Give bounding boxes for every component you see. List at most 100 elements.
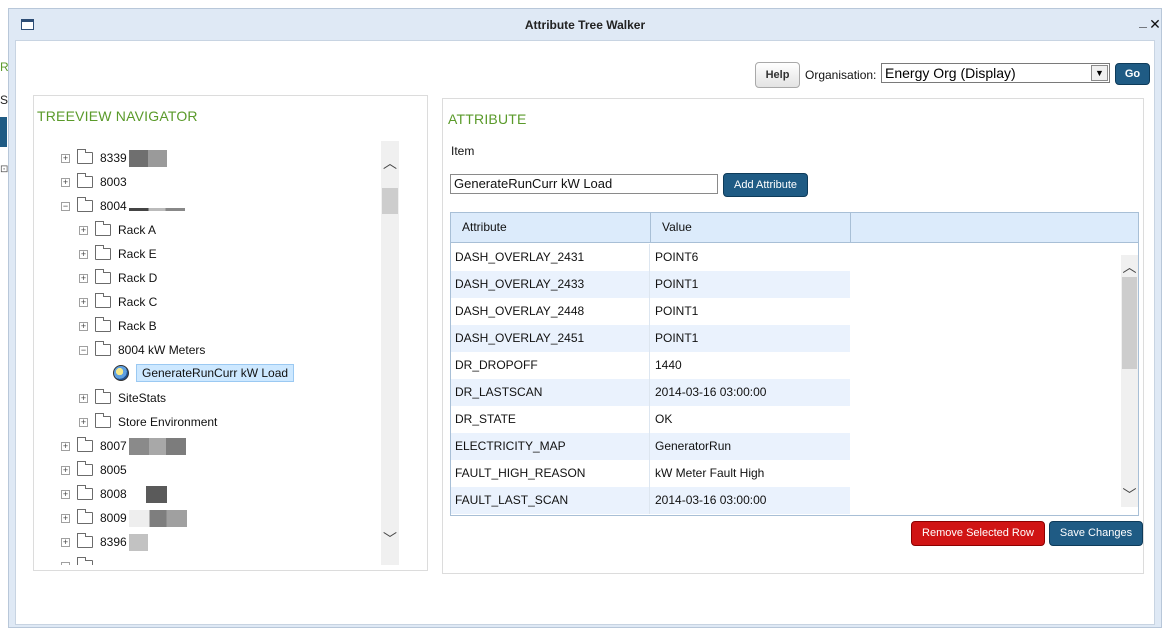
table-row[interactable]: DR_STATE OK xyxy=(451,406,850,433)
expand-icon[interactable] xyxy=(61,561,70,565)
tree-node[interactable]: + Rack C xyxy=(79,292,157,312)
tree-node-label[interactable]: Store Environment xyxy=(118,415,217,429)
tree-node[interactable]: + 8007 xyxy=(61,436,186,456)
tree-node-label[interactable]: Rack C xyxy=(118,295,157,309)
tree-node[interactable]: + 8339 xyxy=(61,148,167,168)
scrollbar-thumb[interactable] xyxy=(1122,277,1137,369)
tree-node-label[interactable]: 8004 kW Meters xyxy=(118,343,205,357)
close-button[interactable]: ✕ xyxy=(1147,15,1163,33)
expand-icon[interactable]: + xyxy=(79,321,88,331)
table-row[interactable]: DR_DROPOFF 1440 xyxy=(451,352,850,379)
collapse-icon[interactable]: − xyxy=(79,345,88,355)
title-bar[interactable]: Attribute Tree Walker _ ✕ xyxy=(9,9,1161,41)
table-row[interactable]: FAULT_LAST_SCAN 2014-03-16 03:00:00 xyxy=(451,487,850,514)
tree-node[interactable]: + 8008 xyxy=(61,484,167,504)
value-cell[interactable]: POINT1 xyxy=(651,298,850,325)
scroll-up-icon[interactable]: ︿ xyxy=(381,153,399,173)
tree-node[interactable]: − 8004 xyxy=(61,196,185,216)
attribute-cell[interactable]: FAULT_HIGH_REASON xyxy=(451,460,650,487)
tree-node[interactable]: + Rack E xyxy=(79,244,157,264)
tree-node-label[interactable]: 8003 xyxy=(100,175,127,189)
treeview-scrollbar[interactable]: ︿ ﹀ xyxy=(381,141,399,565)
expand-icon[interactable]: + xyxy=(79,225,88,235)
help-button[interactable]: Help xyxy=(755,62,800,88)
expand-icon[interactable]: + xyxy=(61,177,70,187)
tree-node-partial[interactable] xyxy=(61,556,100,565)
chevron-down-icon[interactable]: ▼ xyxy=(1091,65,1108,81)
attribute-cell[interactable]: DR_LASTSCAN xyxy=(451,379,650,406)
expand-icon[interactable]: + xyxy=(79,273,88,283)
table-row[interactable]: DASH_OVERLAY_2451 POINT1 xyxy=(451,325,850,352)
tree-node-label[interactable]: 8007 xyxy=(100,439,127,453)
value-cell[interactable]: 2014-03-16 03:00:00 xyxy=(651,379,850,406)
save-changes-button[interactable]: Save Changes xyxy=(1049,521,1143,546)
tree-node-selected[interactable]: GenerateRunCurr kW Load xyxy=(113,363,295,383)
expand-icon[interactable]: + xyxy=(79,417,88,427)
expand-icon[interactable]: + xyxy=(79,393,88,403)
value-cell[interactable]: 1440 xyxy=(651,352,850,379)
treeview[interactable]: + 8339 + 8003 − 8004 + Rack A + Rack E +… xyxy=(53,141,380,565)
attribute-cell[interactable]: DR_STATE xyxy=(451,406,650,433)
table-row[interactable]: DR_LASTSCAN 2014-03-16 03:00:00 xyxy=(451,379,850,406)
table-row[interactable]: FAULT_HIGH_REASON kW Meter Fault High xyxy=(451,460,850,487)
tree-node[interactable]: + Rack D xyxy=(79,268,157,288)
expand-icon[interactable]: + xyxy=(79,249,88,259)
tree-node-label[interactable]: SiteStats xyxy=(118,391,166,405)
add-attribute-button[interactable]: Add Attribute xyxy=(723,173,808,197)
expand-icon[interactable]: + xyxy=(61,465,70,475)
value-cell[interactable]: kW Meter Fault High xyxy=(651,460,850,487)
column-header-value[interactable]: Value xyxy=(651,213,851,242)
expand-icon[interactable]: + xyxy=(61,513,70,523)
column-header-attribute[interactable]: Attribute xyxy=(451,213,651,242)
item-field[interactable]: GenerateRunCurr kW Load xyxy=(450,174,718,194)
attribute-cell[interactable]: DASH_OVERLAY_2431 xyxy=(451,244,650,271)
tree-node-label[interactable]: Rack E xyxy=(118,247,157,261)
tree-node[interactable]: + Store Environment xyxy=(79,412,217,432)
tree-node-label[interactable]: 8005 xyxy=(100,463,127,477)
tree-node-label[interactable]: 8339 xyxy=(100,151,127,165)
value-cell[interactable]: POINT6 xyxy=(651,244,850,271)
expand-icon[interactable]: + xyxy=(79,297,88,307)
value-cell[interactable]: 2014-03-16 03:00:00 xyxy=(651,487,850,514)
tree-node-label[interactable]: 8004 xyxy=(100,199,127,213)
tree-node[interactable]: + 8005 xyxy=(61,460,127,480)
organisation-select[interactable]: Energy Org (Display) ▼ xyxy=(881,63,1110,83)
table-row[interactable]: DASH_OVERLAY_2431 POINT6 xyxy=(451,244,850,271)
value-cell[interactable]: POINT1 xyxy=(651,325,850,352)
tree-node-label[interactable]: Rack B xyxy=(118,319,157,333)
tree-node[interactable]: + SiteStats xyxy=(79,388,166,408)
tree-node-label[interactable]: GenerateRunCurr kW Load xyxy=(136,364,295,382)
remove-selected-row-button[interactable]: Remove Selected Row xyxy=(911,521,1045,546)
tree-node[interactable]: + 8003 xyxy=(61,172,127,192)
table-row[interactable]: DASH_OVERLAY_2433 POINT1 xyxy=(451,271,850,298)
attribute-cell[interactable]: DASH_OVERLAY_2433 xyxy=(451,271,650,298)
value-cell[interactable]: OK xyxy=(651,406,850,433)
attribute-cell[interactable]: ELECTRICITY_MAP xyxy=(451,433,650,460)
scroll-down-icon[interactable]: ﹀ xyxy=(1121,485,1138,505)
table-row[interactable]: DASH_OVERLAY_2448 POINT1 xyxy=(451,298,850,325)
tree-node[interactable]: + Rack A xyxy=(79,220,156,240)
attribute-cell[interactable]: FAULT_LAST_SCAN xyxy=(451,487,650,514)
go-button[interactable]: Go xyxy=(1115,63,1150,85)
value-cell[interactable]: POINT1 xyxy=(651,271,850,298)
value-cell[interactable]: GeneratorRun xyxy=(651,433,850,460)
tree-node[interactable]: + 8009 xyxy=(61,508,187,528)
collapse-icon[interactable]: − xyxy=(61,201,70,211)
scroll-down-icon[interactable]: ﹀ xyxy=(381,529,399,549)
attribute-cell[interactable]: DASH_OVERLAY_2451 xyxy=(451,325,650,352)
expand-icon[interactable]: + xyxy=(61,441,70,451)
attribute-cell[interactable]: DASH_OVERLAY_2448 xyxy=(451,298,650,325)
tree-node-label[interactable]: 8008 xyxy=(100,487,127,501)
tree-node[interactable]: + 8396 xyxy=(61,532,148,552)
tree-node-label[interactable]: 8009 xyxy=(100,511,127,525)
attribute-cell[interactable]: DR_DROPOFF xyxy=(451,352,650,379)
expand-icon[interactable]: + xyxy=(61,537,70,547)
expand-icon[interactable]: + xyxy=(61,153,70,163)
grid-scrollbar[interactable]: ︿ ﹀ xyxy=(1121,255,1138,507)
scroll-up-icon[interactable]: ︿ xyxy=(1121,257,1138,277)
table-row[interactable]: ELECTRICITY_MAP GeneratorRun xyxy=(451,433,850,460)
tree-node[interactable]: + Rack B xyxy=(79,316,157,336)
tree-node-label[interactable]: Rack A xyxy=(118,223,156,237)
expand-icon[interactable]: + xyxy=(61,489,70,499)
tree-node[interactable]: − 8004 kW Meters xyxy=(79,340,205,360)
